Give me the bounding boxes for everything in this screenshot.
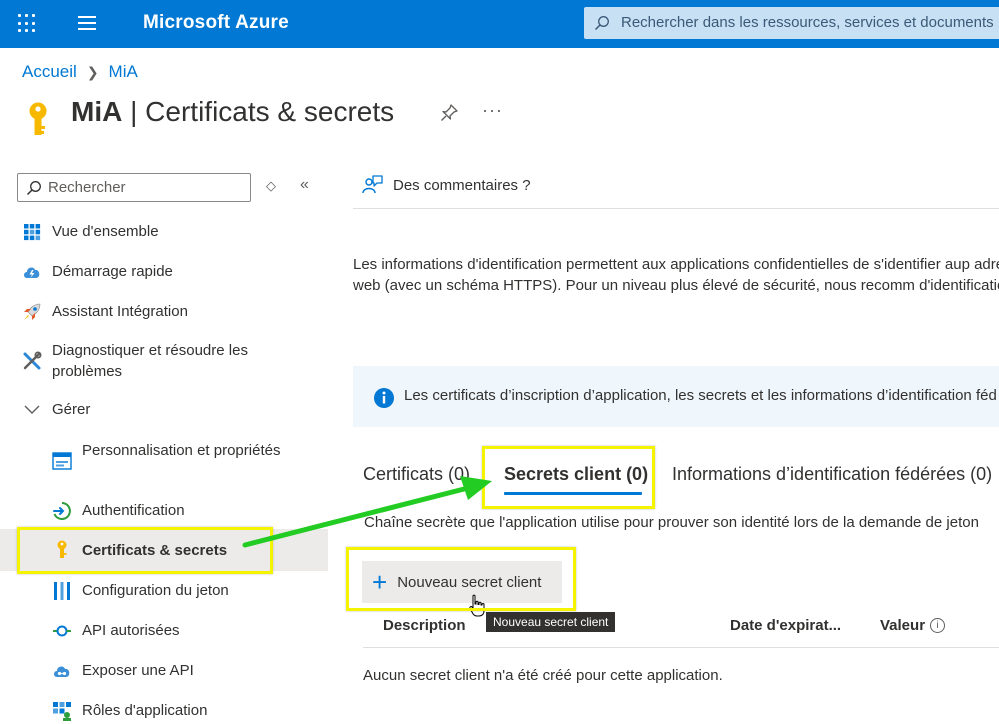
annotation-arrow bbox=[242, 476, 492, 548]
